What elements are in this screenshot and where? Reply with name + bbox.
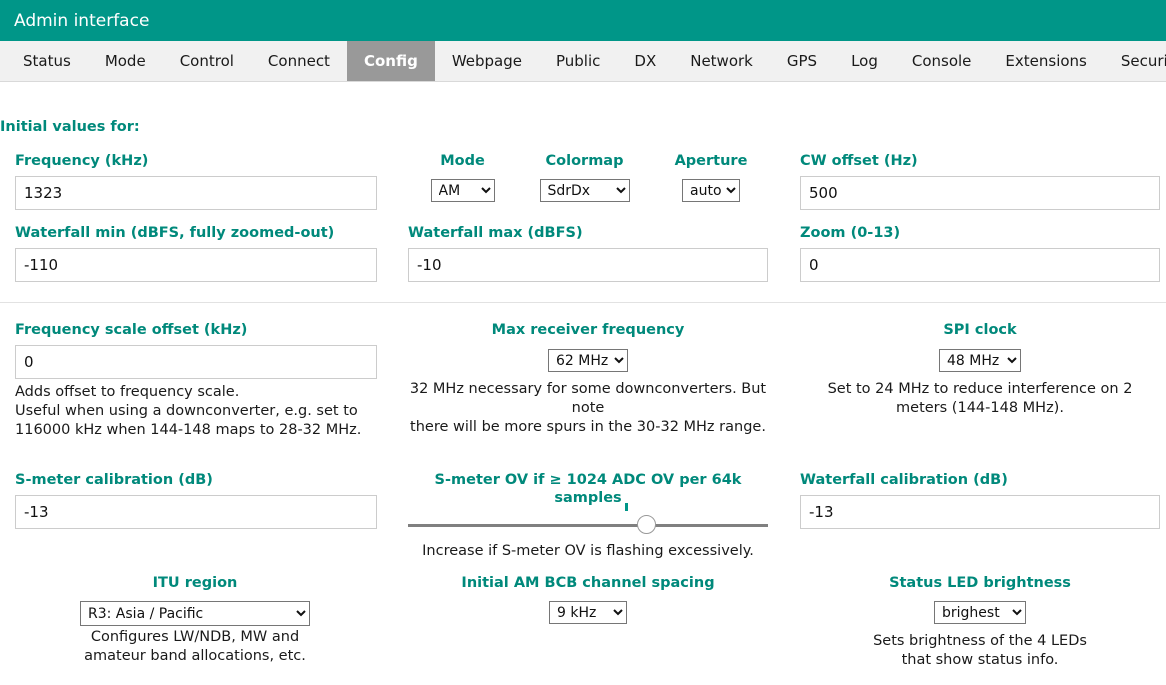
spi-clock-label: SPI clock <box>943 322 1017 338</box>
tab-log[interactable]: Log <box>834 41 895 81</box>
am-bcb-spacing-group: Initial AM BCB channel spacing 9 kHz <box>400 574 776 625</box>
am-bcb-spacing-select[interactable]: 9 kHz <box>549 601 627 625</box>
spi-clock-hint: Set to 24 MHz to reduce interference on … <box>827 381 1133 417</box>
mode-label: Mode <box>440 153 485 169</box>
waterfall-cal-label: Waterfall calibration (dB) <box>800 472 1008 488</box>
smeter-ov-hint: Increase if S-meter OV is flashing exces… <box>422 543 754 560</box>
status-led-hint: Sets brightness of the 4 LEDs that show … <box>873 633 1087 669</box>
tab-console[interactable]: Console <box>895 41 989 81</box>
frequency-input[interactable] <box>15 176 377 211</box>
status-led-select[interactable]: brighest <box>934 601 1026 625</box>
aperture-select[interactable]: auto <box>682 179 740 203</box>
frequency-label: Frequency (kHz) <box>15 153 149 169</box>
cw-offset-label: CW offset (Hz) <box>800 153 918 169</box>
smeter-ov-label: S-meter OV if ≥ 1024 ADC OV per 64k samp… <box>434 472 742 507</box>
colormap-label: Colormap <box>545 153 624 169</box>
tab-security[interactable]: Security <box>1104 41 1166 81</box>
admin-page: Admin interface Status Mode Control Connect… <box>0 0 1166 685</box>
tab-config[interactable]: Config <box>346 41 435 81</box>
freq-scale-offset-input[interactable] <box>15 345 377 380</box>
main-tab-bar: Status Mode Control Connect Config Webpage Pub… <box>0 41 1166 82</box>
max-rx-freq-select[interactable]: 62 MHz <box>548 349 628 373</box>
cw-offset-input[interactable] <box>800 176 1160 211</box>
waterfall-cal-group: Waterfall calibration (dB) <box>800 471 1160 530</box>
freq-scale-offset-hint: Adds offset to frequency scale. Useful w… <box>15 384 362 439</box>
slider-tick-marker <box>624 503 628 512</box>
section-divider-1 <box>0 302 1166 303</box>
tab-gps[interactable]: GPS <box>770 41 834 81</box>
smeter-cal-input[interactable] <box>15 495 377 530</box>
frequency-field-group: Frequency (kHz) <box>15 152 377 211</box>
waterfall-max-field-group: Waterfall max (dBFS) <box>408 224 768 283</box>
zoom-label: Zoom (0-13) <box>800 225 901 241</box>
zoom-input[interactable] <box>800 248 1160 283</box>
mode-field-group: Mode AM <box>400 152 525 203</box>
waterfall-min-label: Waterfall min (dBFS, fully zoomed-out) <box>15 225 335 241</box>
am-bcb-spacing-label: Initial AM BCB channel spacing <box>461 575 715 591</box>
spi-clock-select[interactable]: 48 MHz <box>939 349 1021 373</box>
spi-clock-group: SPI clock 48 MHz Set to 24 MHz to reduce… <box>795 321 1165 418</box>
itu-region-hint: Configures LW/NDB, MW and amateur band a… <box>84 629 306 665</box>
waterfall-min-input[interactable] <box>15 248 377 283</box>
tab-mode[interactable]: Mode <box>88 41 163 81</box>
tab-status[interactable]: Status <box>6 41 88 81</box>
tab-connect[interactable]: Connect <box>251 41 347 81</box>
status-led-label: Status LED brightness <box>889 575 1071 591</box>
aperture-field-group: Aperture auto <box>655 152 767 203</box>
max-rx-freq-group: Max receiver frequency 62 MHz 32 MHz nec… <box>400 321 776 438</box>
waterfall-cal-input[interactable] <box>800 495 1160 530</box>
status-led-group: Status LED brightness brighest Sets brig… <box>795 574 1165 670</box>
waterfall-min-field-group: Waterfall min (dBFS, fully zoomed-out) <box>15 224 377 283</box>
tab-public[interactable]: Public <box>539 41 617 81</box>
itu-region-label: ITU region <box>152 575 238 591</box>
itu-region-group: ITU region R3: Asia / Pacific Configures… <box>10 574 380 666</box>
slider-thumb[interactable] <box>636 515 656 535</box>
tab-webpage[interactable]: Webpage <box>435 41 539 81</box>
initial-values-heading: Initial values for: <box>0 119 140 135</box>
smeter-ov-slider[interactable] <box>408 503 768 535</box>
waterfall-max-input[interactable] <box>408 248 768 283</box>
colormap-field-group: Colormap SdrDx <box>522 152 647 203</box>
cw-offset-field-group: CW offset (Hz) <box>800 152 1160 211</box>
mode-select[interactable]: AM <box>430 179 495 203</box>
smeter-ov-group: S-meter OV if ≥ 1024 ADC OV per 64k samp… <box>408 471 768 561</box>
freq-scale-offset-group: Frequency scale offset (kHz) Adds offset… <box>15 321 377 441</box>
title-bar: Admin interface <box>0 0 1166 41</box>
tab-extensions[interactable]: Extensions <box>988 41 1103 81</box>
aperture-label: Aperture <box>674 153 748 169</box>
page-title: Admin interface <box>14 10 150 31</box>
tab-network[interactable]: Network <box>673 41 770 81</box>
tab-control[interactable]: Control <box>163 41 251 81</box>
max-rx-freq-label: Max receiver frequency <box>491 322 685 338</box>
zoom-field-group: Zoom (0-13) <box>800 224 1160 283</box>
max-rx-freq-hint-line2: there will be more spurs in the 30-32 MH… <box>410 419 766 436</box>
waterfall-max-label: Waterfall max (dBFS) <box>408 225 583 241</box>
tab-dx[interactable]: DX <box>617 41 673 81</box>
slider-track <box>408 524 768 528</box>
freq-scale-offset-label: Frequency scale offset (kHz) <box>15 322 248 338</box>
smeter-cal-label: S-meter calibration (dB) <box>15 472 213 488</box>
colormap-select[interactable]: SdrDx <box>539 179 630 203</box>
smeter-cal-group: S-meter calibration (dB) <box>15 471 377 530</box>
max-rx-freq-hint-line1: 32 MHz necessary for some downconverters… <box>409 381 767 417</box>
itu-region-select[interactable]: R3: Asia / Pacific <box>80 601 310 627</box>
